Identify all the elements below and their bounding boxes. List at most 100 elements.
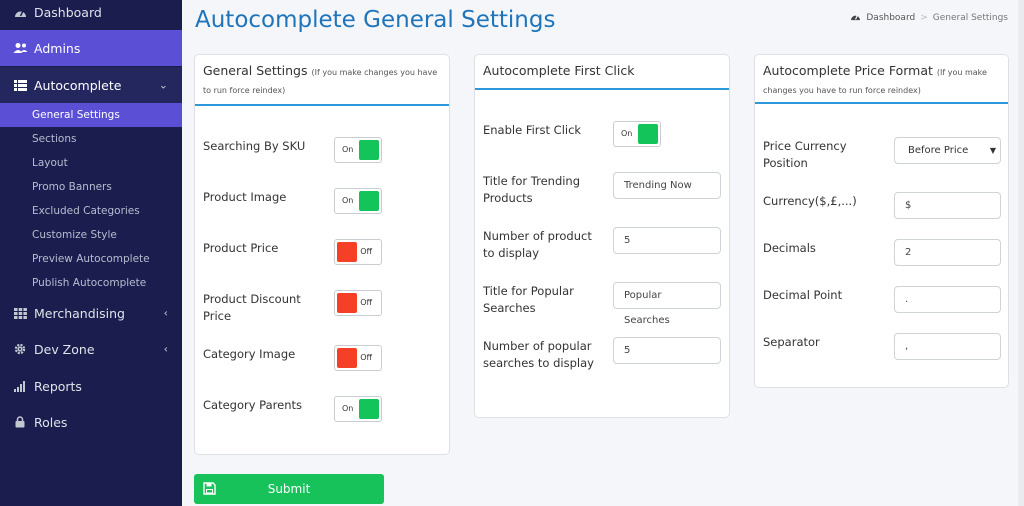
currency-label: Currency($,£,...)	[763, 194, 857, 208]
sidebar-item-autocomplete[interactable]: Autocomplete ⌄	[0, 67, 182, 103]
sidebar-subitem-label: Customize Style	[32, 229, 117, 241]
sidebar-subitem-customize-style[interactable]: Customize Style	[0, 223, 182, 247]
tachometer-icon	[12, 5, 28, 19]
page-title: Autocomplete General Settings	[195, 7, 556, 33]
breadcrumb: Dashboard > General Settings	[850, 12, 1008, 24]
sidebar-subitem-label: Publish Autocomplete	[32, 277, 147, 289]
sidebar-item-admins[interactable]: Admins	[0, 30, 182, 66]
product-discount-price-toggle[interactable]: Off	[334, 290, 382, 316]
lock-icon	[12, 415, 28, 429]
general-settings-card: General Settings (If you make changes yo…	[194, 54, 450, 455]
toggle-state: On	[342, 196, 354, 205]
product-discount-price-label: Product Discount Price	[203, 292, 301, 323]
sidebar-item-reports[interactable]: Reports	[0, 368, 182, 404]
chevron-down-icon: ⌄	[158, 78, 168, 92]
decimal-point-input[interactable]: .	[894, 286, 1001, 313]
card-title: Autocomplete Price Format (If you make c…	[763, 63, 1000, 99]
decimals-input[interactable]: 2	[894, 239, 1001, 266]
tachometer-icon	[850, 12, 861, 24]
separator-label: Separator	[763, 335, 820, 349]
category-parents-toggle[interactable]: On	[334, 396, 382, 422]
price-format-card: Autocomplete Price Format (If you make c…	[754, 54, 1009, 388]
num-popular-label: Number of popular searches to display	[483, 339, 594, 370]
currency-input[interactable]: $	[894, 192, 1001, 219]
decimal-point-label: Decimal Point	[763, 288, 843, 302]
sidebar-item-dev-zone[interactable]: Dev Zone ‹	[0, 331, 182, 367]
category-parents-label: Category Parents	[203, 398, 302, 412]
sidebar-subitem-label: Sections	[32, 133, 77, 145]
toggle-knob	[337, 348, 357, 368]
chevron-left-icon: ‹	[163, 306, 168, 320]
card-title: Autocomplete First Click	[483, 63, 635, 78]
caret-down-icon: ▼	[989, 146, 996, 155]
submit-button[interactable]: Submit	[194, 474, 384, 504]
sidebar-item-label: Autocomplete	[34, 77, 122, 93]
chevron-left-icon: ‹	[163, 342, 168, 356]
breadcrumb-home-link[interactable]: Dashboard	[866, 13, 915, 23]
trending-title-input[interactable]: Trending Now	[613, 172, 721, 199]
sidebar-item-label: Dashboard	[34, 4, 102, 20]
toggle-knob	[337, 293, 357, 313]
currency-position-select[interactable]: Before Price ▼	[894, 137, 1001, 164]
num-product-input[interactable]: 5	[613, 227, 721, 254]
users-icon	[12, 41, 28, 55]
sidebar-item-label: Merchandising	[34, 305, 125, 321]
breadcrumb-current: General Settings	[932, 13, 1008, 23]
popular-title-input[interactable]: Popular Searches	[613, 282, 721, 326]
searching-by-sku-toggle[interactable]: On	[334, 137, 382, 163]
scrollbar[interactable]	[1018, 0, 1024, 506]
card-title-text: Autocomplete Price Format	[763, 63, 933, 78]
submit-label: Submit	[267, 482, 311, 496]
sidebar-item-dashboard[interactable]: Dashboard	[0, 0, 182, 24]
sidebar-subitem-label: Promo Banners	[32, 181, 112, 193]
product-price-toggle[interactable]: Off	[334, 239, 382, 265]
category-image-toggle[interactable]: Off	[334, 345, 382, 371]
toggle-state: Off	[360, 247, 372, 256]
list-icon	[12, 78, 28, 92]
sidebar-subitem-preview-autocomplete[interactable]: Preview Autocomplete	[0, 247, 182, 271]
separator-input[interactable]: ,	[894, 333, 1001, 360]
enable-first-click-toggle[interactable]: On	[613, 121, 661, 147]
sidebar-item-label: Admins	[34, 40, 81, 56]
sidebar-subitem-sections[interactable]: Sections	[0, 127, 182, 151]
signal-icon	[12, 379, 28, 393]
toggle-knob	[337, 242, 357, 262]
sidebar-item-roles[interactable]: Roles	[0, 404, 182, 440]
sidebar-subitem-promo-banners[interactable]: Promo Banners	[0, 175, 182, 199]
first-click-card: Autocomplete First Click Enable First Cl…	[474, 54, 730, 418]
card-header: Autocomplete First Click	[475, 55, 729, 90]
card-header: General Settings (If you make changes yo…	[195, 55, 449, 106]
enable-first-click-label: Enable First Click	[483, 123, 582, 137]
card-title: General Settings (If you make changes yo…	[203, 63, 441, 99]
toggle-state: Off	[360, 298, 372, 307]
sidebar-subitem-general-settings[interactable]: General Settings	[0, 103, 182, 127]
gear-icon	[12, 342, 28, 356]
sidebar-subitem-layout[interactable]: Layout	[0, 151, 182, 175]
card-header: Autocomplete Price Format (If you make c…	[755, 55, 1008, 104]
sidebar-subitem-excluded-categories[interactable]: Excluded Categories	[0, 199, 182, 223]
sidebar-subitem-label: Excluded Categories	[32, 205, 140, 217]
searching-by-sku-label: Searching By SKU	[203, 139, 306, 153]
toggle-state: On	[342, 145, 354, 154]
popular-title-label: Title for Popular Searches	[483, 284, 574, 315]
toggle-knob	[359, 191, 379, 211]
toggle-knob	[359, 399, 379, 419]
sidebar-item-merchandising[interactable]: Merchandising ‹	[0, 295, 182, 331]
toggle-state: On	[621, 129, 633, 138]
sidebar-item-label: Dev Zone	[34, 341, 95, 357]
toggle-state: Off	[360, 353, 372, 362]
sidebar-subitem-label: Preview Autocomplete	[32, 253, 150, 265]
num-product-label: Number of product to display	[483, 229, 592, 260]
breadcrumb-separator: >	[920, 13, 928, 23]
product-image-toggle[interactable]: On	[334, 188, 382, 214]
num-popular-input[interactable]: 5	[613, 337, 721, 364]
card-title-text: General Settings	[203, 63, 308, 78]
select-value: Before Price	[908, 145, 969, 156]
sidebar-subitem-publish-autocomplete[interactable]: Publish Autocomplete	[0, 271, 182, 295]
sidebar-item-label: Reports	[34, 378, 82, 394]
product-price-label: Product Price	[203, 241, 279, 255]
toggle-state: On	[342, 404, 354, 413]
sidebar-subitem-label: General Settings	[32, 109, 120, 121]
toggle-knob	[359, 140, 379, 160]
sidebar: Dashboard Admins Autocomplete ⌄ General …	[0, 0, 182, 506]
